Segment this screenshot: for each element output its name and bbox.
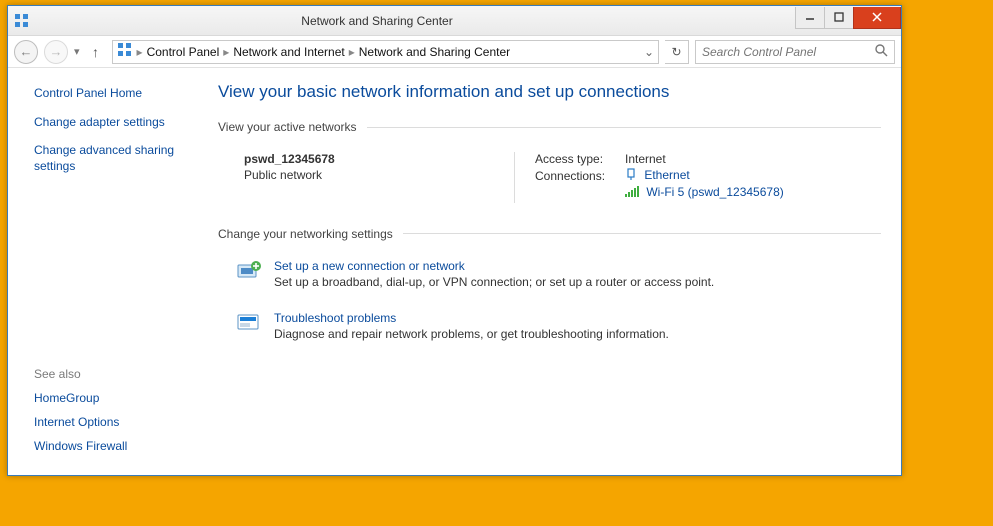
network-type: Public network — [244, 168, 514, 182]
chevron-right-icon[interactable]: ▸ — [223, 45, 229, 59]
sidebar: Control Panel Home Change adapter settin… — [8, 68, 208, 475]
access-type-label: Access type: — [535, 152, 625, 166]
chevron-right-icon[interactable]: ▸ — [137, 45, 143, 59]
navigation-bar: ← → ▾ ↑ ▸ Control Panel ▸ Network and In… — [8, 36, 901, 68]
change-adapter-settings-link[interactable]: Change adapter settings — [34, 114, 194, 130]
chevron-right-icon[interactable]: ▸ — [349, 45, 355, 59]
up-button[interactable]: ↑ — [86, 42, 106, 62]
maximize-button[interactable] — [824, 7, 854, 29]
access-type-value: Internet — [625, 152, 666, 166]
page-title: View your basic network information and … — [218, 82, 881, 102]
window-title: Network and Sharing Center — [0, 14, 796, 28]
see-also-header: See also — [34, 367, 194, 381]
networking-settings-header: Change your networking settings — [218, 227, 881, 241]
setup-connection-item: Set up a new connection or network Set u… — [236, 259, 881, 289]
connections-label: Connections: — [535, 169, 625, 183]
active-networks-label: View your active networks — [218, 120, 357, 134]
setup-connection-icon — [236, 259, 264, 283]
refresh-button[interactable]: ↻ — [665, 40, 689, 64]
close-button[interactable] — [853, 7, 901, 29]
address-dropdown-icon[interactable]: ⌄ — [644, 45, 654, 59]
networking-settings-label: Change your networking settings — [218, 227, 393, 241]
internet-options-link[interactable]: Internet Options — [34, 415, 194, 429]
windows-firewall-link[interactable]: Windows Firewall — [34, 439, 194, 453]
change-advanced-sharing-link[interactable]: Change advanced sharing settings — [34, 142, 194, 174]
troubleshoot-icon — [236, 311, 264, 335]
address-bar[interactable]: ▸ Control Panel ▸ Network and Internet ▸… — [112, 40, 659, 64]
ethernet-link[interactable]: Ethernet — [644, 168, 689, 182]
forward-button[interactable]: → — [44, 40, 68, 64]
control-panel-home-link[interactable]: Control Panel Home — [34, 86, 194, 100]
wifi-signal-icon — [625, 186, 639, 201]
troubleshoot-desc: Diagnose and repair network problems, or… — [274, 327, 669, 341]
breadcrumb-control-panel[interactable]: Control Panel — [147, 45, 220, 59]
control-panel-window: Network and Sharing Center ← → ▾ ↑ — [7, 5, 902, 476]
search-icon — [874, 43, 888, 60]
search-box[interactable] — [695, 40, 895, 64]
breadcrumb-network-internet[interactable]: Network and Internet — [233, 45, 344, 59]
setup-connection-desc: Set up a broadband, dial-up, or VPN conn… — [274, 275, 714, 289]
search-input[interactable] — [702, 45, 874, 59]
back-button[interactable]: ← — [14, 40, 38, 64]
main-content: View your basic network information and … — [208, 68, 901, 475]
history-dropdown-icon[interactable]: ▾ — [74, 45, 80, 58]
wifi-link[interactable]: Wi-Fi 5 (pswd_12345678) — [646, 185, 783, 199]
ethernet-icon — [625, 168, 637, 183]
location-icon — [117, 42, 133, 61]
active-networks-header: View your active networks — [218, 120, 881, 134]
troubleshoot-link[interactable]: Troubleshoot problems — [274, 311, 669, 325]
minimize-button[interactable] — [795, 7, 825, 29]
title-bar: Network and Sharing Center — [8, 6, 901, 36]
network-name: pswd_12345678 — [244, 152, 514, 166]
active-network-block: pswd_12345678 Public network Access type… — [218, 144, 881, 227]
troubleshoot-item: Troubleshoot problems Diagnose and repai… — [236, 311, 881, 341]
setup-connection-link[interactable]: Set up a new connection or network — [274, 259, 714, 273]
homegroup-link[interactable]: HomeGroup — [34, 391, 194, 405]
breadcrumb-sharing-center[interactable]: Network and Sharing Center — [359, 45, 510, 59]
